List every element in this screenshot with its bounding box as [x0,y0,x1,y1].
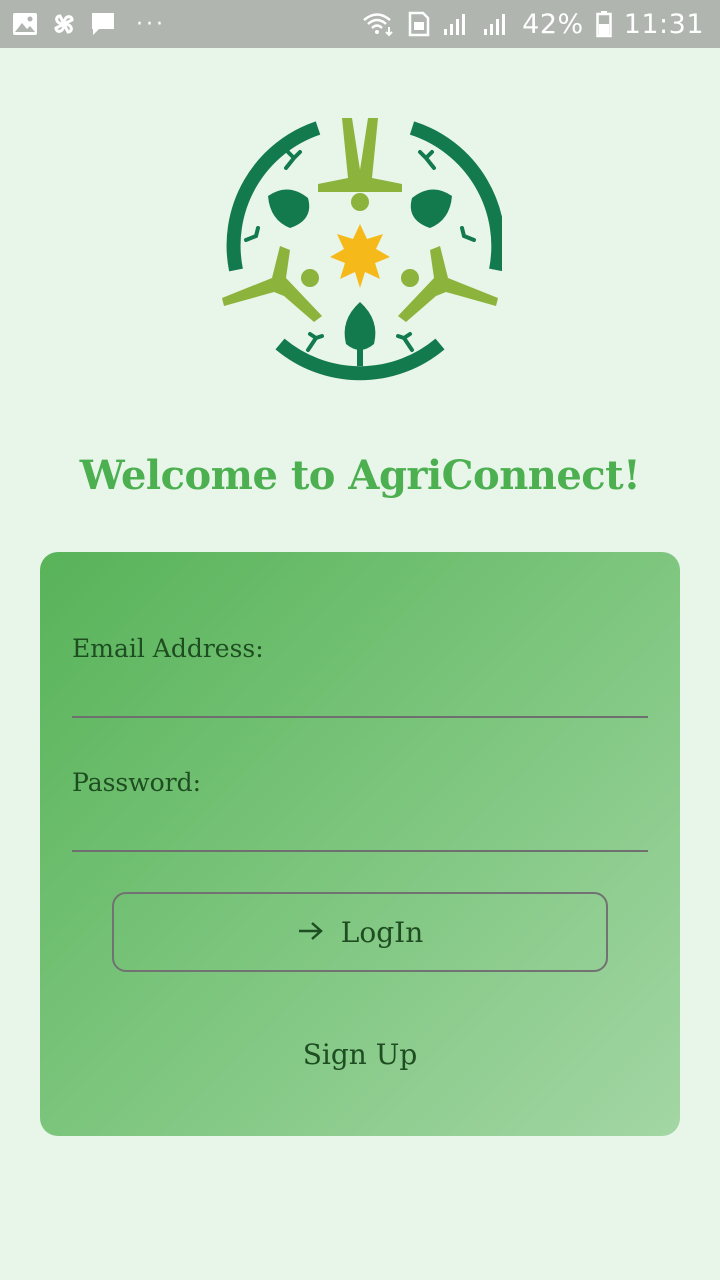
agriconnect-logo-icon [218,112,506,396]
wifi-icon [362,11,396,37]
email-label: Email Address: [72,634,264,663]
password-field[interactable] [72,808,648,852]
login-button[interactable]: LogIn [112,892,608,972]
signal-icon [482,12,510,36]
login-button-label: LogIn [340,915,424,949]
battery-icon [595,10,612,38]
status-left-icons: ··· [12,10,166,38]
signal-icon [442,12,470,36]
battery-percent: 42% [522,8,584,40]
gallery-icon [12,12,38,36]
message-icon [90,11,116,37]
status-bar: ··· 42% 11:31 [0,0,720,48]
more-dots-icon: ··· [136,11,166,37]
login-card: Email Address: Password: LogIn Sign Up [40,552,680,1136]
clock: 11:31 [623,8,704,40]
email-field[interactable] [72,674,648,718]
status-right-icons: 42% 11:31 [362,9,704,40]
sim-icon [408,11,430,37]
arrow-right-icon [297,916,325,949]
pinwheel-icon [50,10,78,38]
signup-link[interactable]: Sign Up [40,1038,680,1071]
password-label: Password: [72,768,202,797]
page-title: Welcome to AgriConnect! [79,452,641,499]
